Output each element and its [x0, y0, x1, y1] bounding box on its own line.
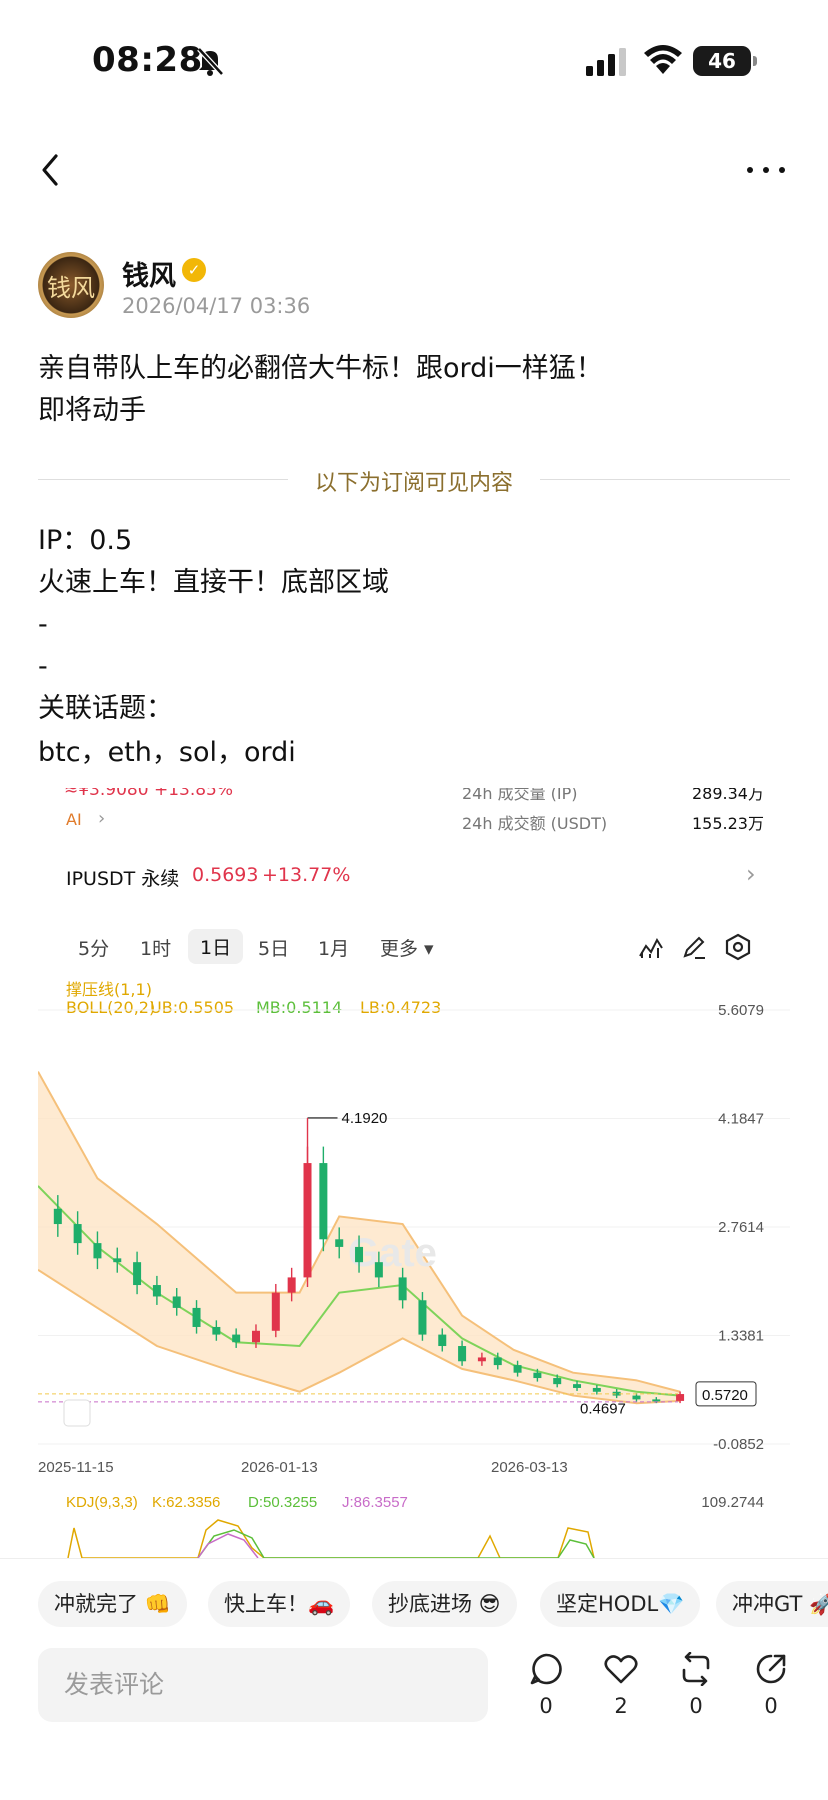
reaction-chip[interactable]: 抄底进场 😎: [372, 1581, 517, 1627]
candle-body: [355, 1246, 364, 1263]
candle-body: [374, 1262, 383, 1278]
post-line-3: IP：0.5: [38, 525, 133, 556]
candle-body: [652, 1399, 661, 1402]
y-tick-label: 4.1847: [718, 1110, 764, 1127]
heart-icon: [604, 1655, 638, 1684]
candle-body: [676, 1394, 685, 1401]
candle-body: [93, 1243, 102, 1259]
kdj-label: KDJ(9,3,3): [66, 1494, 138, 1511]
reaction-chip[interactable]: 坚定HODL💎: [540, 1581, 701, 1627]
candle-body: [172, 1296, 181, 1308]
divider-left: [38, 479, 288, 480]
comment-count: 0: [539, 1694, 553, 1718]
reaction-chip[interactable]: 冲冲GT 🚀: [716, 1581, 828, 1627]
kdj-max: 109.2744: [701, 1494, 764, 1511]
comment-button[interactable]: 0: [520, 1652, 572, 1718]
candle-body: [438, 1334, 447, 1347]
status-time: 08:28: [92, 40, 203, 80]
candle-body: [133, 1262, 142, 1286]
candle-body: [458, 1346, 467, 1362]
repost-icon: [682, 1652, 710, 1686]
kdj-k-line: [67, 1519, 595, 1558]
kdj-j: J:86.3557: [342, 1494, 408, 1511]
cellular-signal-icon: [586, 48, 626, 76]
candle-body: [418, 1300, 427, 1335]
y-tick-label: -0.0852: [713, 1436, 764, 1453]
candle-body: [493, 1357, 502, 1366]
like-button[interactable]: 2: [595, 1652, 647, 1718]
repost-count: 0: [689, 1694, 703, 1718]
share-count: 0: [764, 1694, 778, 1718]
post-line-2: 即将动手: [38, 395, 146, 426]
candle-body: [113, 1258, 122, 1263]
candle-body: [573, 1384, 582, 1388]
repost-button[interactable]: 0: [670, 1652, 722, 1718]
post-topics[interactable]: btc，eth，sol，ordi: [38, 732, 296, 774]
share-icon: [756, 1654, 786, 1684]
x-tick-label: 2026-03-13: [491, 1459, 568, 1476]
x-tick-label: 2026-01-13: [241, 1459, 318, 1476]
y-tick-label: 5.6079: [718, 1002, 764, 1019]
candle-body: [335, 1239, 344, 1247]
kdj-d-line: [197, 1529, 595, 1558]
chart-screenshot[interactable]: ≈¥3.9080 +13.85% 24h 成交量 (IP) 289.34万 AI…: [38, 788, 790, 1558]
divider-right: [540, 479, 790, 480]
kdj-j-line: [197, 1533, 259, 1558]
candle-body: [251, 1330, 260, 1343]
post-timestamp: 2026/04/17 03:36: [122, 294, 311, 318]
post-line-5: -: [38, 609, 48, 640]
wifi-icon: [644, 45, 682, 74]
quick-reactions-bar: 冲就完了 👊 快上车！🚗 抄底进场 😎 坚定HODL💎 冲冲GT 🚀: [0, 1558, 828, 1654]
candle-body: [192, 1307, 201, 1327]
candle-body: [477, 1357, 486, 1362]
post-line-4: 火速上车！直接干！底部区域: [38, 567, 389, 598]
candle-body: [212, 1326, 221, 1335]
comment-input[interactable]: 发表评论: [38, 1648, 488, 1722]
candle-body: [513, 1365, 522, 1373]
candle-body: [73, 1224, 82, 1244]
y-tick-label: 1.3381: [718, 1327, 764, 1344]
candle-body: [232, 1334, 241, 1343]
status-bar: 08:28 46: [0, 0, 828, 120]
post-line-1: 亲自带队上车的必翻倍大牛标！跟ordi一样猛！: [38, 353, 603, 384]
mute-bell-icon: [197, 47, 224, 76]
comment-bubble-icon: [530, 1653, 562, 1685]
like-count: 2: [614, 1694, 628, 1718]
candle-body: [632, 1395, 641, 1400]
author-name[interactable]: 钱风: [122, 254, 176, 293]
share-button[interactable]: 0: [745, 1652, 797, 1718]
candle-body: [152, 1285, 161, 1297]
kdj-k: K:62.3356: [152, 1494, 220, 1511]
back-arrow-icon[interactable]: [36, 150, 66, 190]
battery-indicator: 46: [693, 46, 757, 76]
candle-body: [398, 1277, 407, 1301]
price-tag: 0.5720: [702, 1387, 748, 1404]
high-label: 4.1920: [342, 1110, 388, 1127]
verified-badge-icon: ✓: [182, 258, 206, 282]
reaction-chip[interactable]: 快上车！🚗: [208, 1581, 351, 1627]
post-line-7: 关联话题：: [38, 693, 173, 724]
candle-body: [592, 1387, 601, 1392]
kdj-d: D:50.3255: [248, 1494, 317, 1511]
candle-body: [53, 1208, 62, 1225]
low-label: 0.4697: [580, 1401, 626, 1418]
candle-body: [533, 1372, 542, 1379]
candle-body: [553, 1378, 562, 1385]
expand-icon: [63, 1399, 91, 1427]
y-tick-label: 2.7614: [718, 1219, 764, 1236]
x-tick-label: 2025-11-15: [38, 1459, 114, 1476]
subscriber-divider: 以下为订阅可见内容: [314, 471, 513, 496]
post-line-6: -: [38, 651, 48, 682]
more-options-icon[interactable]: [744, 158, 788, 182]
candle-body: [319, 1163, 328, 1240]
reaction-chip[interactable]: 冲就完了 👊: [38, 1581, 187, 1627]
candle-body: [271, 1292, 280, 1331]
candle-body: [287, 1277, 296, 1293]
candlestick-chart[interactable]: Gate4.19200.46970.57205.60794.18472.7614…: [38, 788, 790, 1558]
avatar[interactable]: 钱风: [38, 252, 104, 318]
